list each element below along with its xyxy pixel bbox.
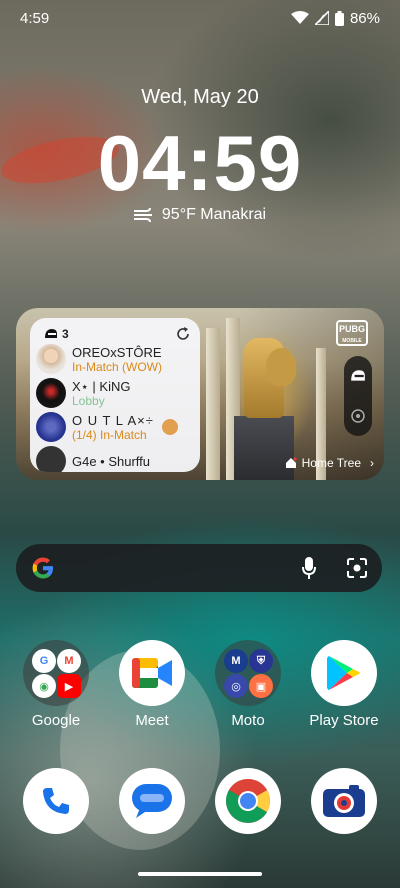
moto-folder-icon[interactable]: M ⛨ ◎ ▣ [215, 640, 281, 706]
maps-icon: ◉ [32, 674, 56, 698]
pubg-widget[interactable]: 3 OREOxSTÔRE In-Match (WOW) X⋆ | KiNG Lo… [16, 308, 384, 480]
weather-row[interactable]: 95°F Manakrai [0, 206, 400, 224]
avatar [36, 378, 66, 408]
pubg-logo-sub: MOBILE [342, 338, 362, 344]
app-moto-folder[interactable]: M ⛨ ◎ ▣ Moto [208, 640, 288, 729]
moto-gametime-icon: ▣ [249, 674, 273, 698]
scene-pillar [206, 328, 220, 480]
avatar [36, 412, 66, 442]
motorola-icon: M [224, 649, 248, 673]
app-label: Google [31, 712, 81, 729]
radar-icon[interactable] [350, 408, 366, 424]
friend-row[interactable]: OREOxSTÔRE In-Match (WOW) [30, 344, 200, 374]
chrome-icon[interactable] [215, 768, 281, 834]
wifi-icon [290, 11, 309, 24]
app-label: Moto [231, 712, 265, 729]
friend-status: In-Match (WOW) [72, 359, 162, 374]
gmail-icon: M [57, 649, 81, 673]
battery-percent: 86% [349, 9, 380, 27]
friends-panel[interactable]: 3 OREOxSTÔRE In-Match (WOW) X⋆ | KiNG Lo… [30, 318, 200, 472]
camera-icon[interactable] [311, 768, 377, 834]
friend-row[interactable]: O U T L A×÷ (1/4) In-Match [30, 412, 200, 442]
helmet-icon [45, 329, 57, 338]
app-label: Play Store [309, 712, 379, 729]
home-tree-link[interactable]: Home Tree › [285, 456, 374, 470]
home-tree-label: Home Tree [301, 456, 361, 470]
app-play-store[interactable]: Play Store [304, 640, 384, 729]
battery-icon [334, 10, 344, 26]
play-store-icon[interactable] [311, 640, 377, 706]
scene-statue-base [234, 416, 294, 480]
app-meet[interactable]: Meet [112, 640, 192, 729]
chevron-right-icon: › [370, 456, 374, 470]
navigation-handle[interactable] [138, 872, 262, 876]
squad-avatar [161, 419, 178, 435]
microphone-icon[interactable] [302, 557, 316, 579]
messages-icon[interactable] [119, 768, 185, 834]
scene-shield [266, 348, 296, 386]
pubg-logo-text: PUBG [338, 324, 365, 334]
date-label[interactable]: Wed, May 20 [0, 86, 400, 109]
pubg-logo: PUBG MOBILE [336, 320, 368, 346]
clock[interactable]: 04:59 [0, 118, 400, 209]
phone-icon[interactable] [23, 768, 89, 834]
status-icons: 86% [290, 9, 380, 27]
friend-name: OREOxSTÔRE [72, 344, 162, 360]
home-icon [285, 457, 297, 468]
refresh-icon[interactable] [176, 327, 190, 341]
moto-actions-icon: ◎ [224, 674, 248, 698]
google-g-icon[interactable] [30, 555, 56, 581]
moto-secure-icon: ⛨ [249, 649, 273, 673]
status-time: 4:59 [20, 9, 50, 27]
google-folder-icon[interactable]: G M ◉ ▶ [23, 640, 89, 706]
avatar [36, 344, 66, 374]
wind-icon [133, 208, 152, 222]
friend-count: 3 [44, 327, 69, 341]
friend-count-value: 3 [62, 327, 69, 341]
widget-side-toggle[interactable] [344, 356, 372, 436]
friend-name: X⋆ | KiNG [72, 378, 131, 394]
friend-row[interactable]: X⋆ | KiNG Lobby [30, 378, 200, 408]
meet-icon[interactable] [119, 640, 185, 706]
helmet-icon[interactable] [350, 369, 366, 383]
signal-icon [314, 11, 329, 25]
friend-name: G4e • Shurffu [72, 453, 151, 469]
avatar [36, 446, 66, 472]
app-google-folder[interactable]: G M ◉ ▶ Google [16, 640, 96, 729]
youtube-icon: ▶ [57, 674, 81, 698]
google-search-bar[interactable] [16, 544, 382, 592]
weather-text: 95°F Manakrai [161, 206, 267, 223]
app-label: Meet [135, 712, 169, 729]
status-bar: 4:59 86% [0, 0, 400, 36]
friend-status: (1/4) In-Match [72, 427, 147, 442]
friends-header: 3 [30, 318, 200, 344]
google-g-mini-icon: G [32, 649, 56, 673]
lens-camera-icon[interactable] [346, 557, 368, 579]
friend-status: Lobby [72, 393, 105, 408]
friend-name: O U T L A×÷ [72, 412, 154, 428]
friend-row[interactable]: G4e • Shurffu [30, 446, 200, 472]
